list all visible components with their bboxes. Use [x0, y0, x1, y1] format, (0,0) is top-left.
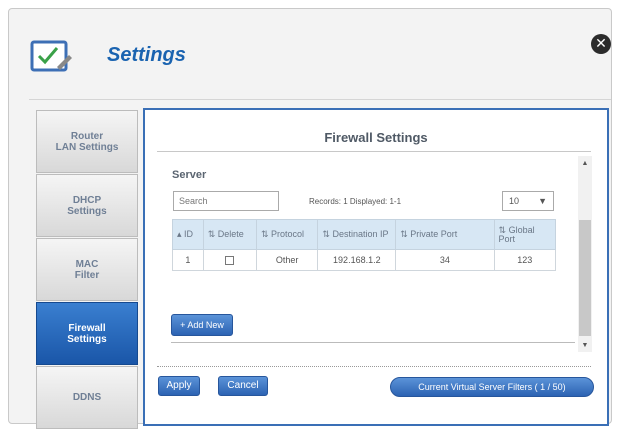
scroll-thumb[interactable] — [579, 220, 591, 336]
cell-destination-ip: 192.168.1.2 — [317, 249, 397, 271]
sort-icon: ▴ — [177, 229, 185, 239]
page-title: Firewall Settings — [324, 130, 428, 145]
sort-icon: ⇅ — [260, 229, 272, 239]
sidebar: Router LAN Settings DHCP Settings MAC Fi… — [36, 110, 138, 430]
header-divider — [29, 99, 611, 100]
add-new-button[interactable]: + Add New — [171, 314, 233, 336]
server-section: Server Search Records: 1 Displayed: 1-1 … — [157, 152, 579, 350]
column-header-id[interactable]: ▴ ID — [172, 219, 204, 250]
close-icon[interactable]: ✕ — [591, 34, 611, 54]
settings-checklist-icon — [30, 40, 72, 72]
cancel-button[interactable]: Cancel — [218, 376, 268, 396]
apply-button[interactable]: Apply — [158, 376, 200, 396]
dialog-title: Settings — [107, 44, 186, 66]
virtual-server-filters-button[interactable]: Current Virtual Server Filters ( 1 / 50) — [390, 377, 594, 397]
cell-private-port: 34 — [395, 249, 495, 271]
settings-dialog: ✕ Settings Router LAN Settings DHCP Sett… — [8, 8, 612, 429]
section-divider — [171, 342, 575, 343]
scrollbar[interactable]: ▲ ▼ — [578, 156, 592, 352]
sidebar-item-firewall[interactable]: Firewall Settings — [36, 302, 138, 365]
column-header-global-port[interactable]: ⇅ Global Port — [493, 219, 557, 250]
sidebar-item-label: Router LAN Settings — [55, 130, 119, 153]
search-input[interactable]: Search — [173, 191, 279, 211]
scroll-up-icon[interactable]: ▲ — [578, 160, 592, 167]
cell-global-port: 123 — [493, 249, 557, 271]
scroll-down-icon[interactable]: ▼ — [578, 342, 592, 349]
sidebar-item-ddns[interactable]: DDNS — [36, 366, 138, 429]
sort-icon: ⇅ — [207, 229, 218, 239]
cell-id: 1 — [172, 249, 204, 271]
section-label: Server — [172, 169, 207, 181]
sidebar-item-label: DHCP Settings — [67, 194, 107, 217]
footer-divider — [157, 366, 591, 367]
page-size-select[interactable]: 10 ▼ — [502, 191, 554, 211]
column-header-protocol[interactable]: ⇅ Protocol — [255, 219, 319, 250]
delete-checkbox[interactable] — [225, 256, 235, 266]
sidebar-item-label: MAC Filter — [74, 258, 100, 281]
sort-icon: ⇅ — [400, 229, 411, 239]
sidebar-item-mac-filter[interactable]: MAC Filter — [36, 238, 138, 301]
column-header-delete[interactable]: ⇅ Delete — [202, 219, 257, 250]
column-header-destination-ip[interactable]: ⇅ Destination IP — [317, 219, 397, 250]
firewall-panel: Firewall Settings Server Search Records:… — [143, 108, 609, 426]
sort-icon: ⇅ — [322, 229, 333, 239]
page-size-value: 10 — [509, 196, 520, 206]
records-count: Records: 1 Displayed: 1-1 — [309, 197, 402, 206]
cell-delete — [202, 249, 257, 271]
cell-protocol: Other — [255, 249, 319, 271]
sidebar-item-router-lan[interactable]: Router LAN Settings — [36, 110, 138, 173]
sidebar-item-label: DDNS — [72, 392, 102, 403]
chevron-down-icon: ▼ — [538, 196, 547, 206]
column-header-private-port[interactable]: ⇅ Private Port — [395, 219, 495, 250]
sidebar-item-dhcp[interactable]: DHCP Settings — [36, 174, 138, 237]
server-table: ▴ ID ⇅ Delete ⇅ Protocol ⇅ Destination I… — [172, 219, 557, 271]
table-row: 1 Other 192.168.1.2 34 123 — [172, 249, 557, 271]
sidebar-item-label: Firewall Settings — [67, 322, 107, 345]
